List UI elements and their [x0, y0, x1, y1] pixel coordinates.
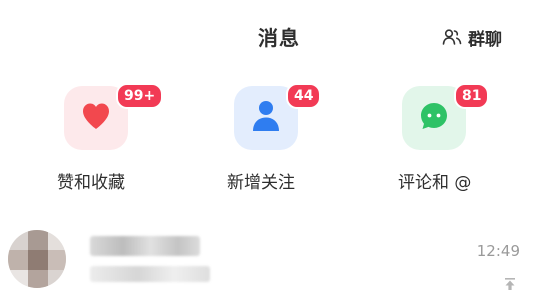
category-likes-favorites[interactable]: 99+ 赞和收藏 — [42, 83, 192, 196]
messages-screen: 消息 群聊 99+ 赞和收藏 44 新增关注 81 评论和 @ 12:49 — [0, 0, 558, 294]
person-icon — [251, 99, 281, 137]
category-label: 评论和 @ — [398, 173, 472, 193]
notification-badge: 81 — [454, 83, 490, 109]
chat-bubble-icon — [418, 100, 450, 136]
notification-badge: 99+ — [116, 83, 164, 109]
pin-top-icon — [503, 276, 517, 294]
category-comments-mentions[interactable]: 81 评论和 @ — [380, 83, 530, 196]
category-label: 赞和收藏 — [57, 173, 125, 193]
conversation-name-redacted — [90, 236, 200, 256]
group-user-icon — [442, 27, 462, 47]
conversation-row[interactable]: 12:49 — [0, 222, 558, 294]
avatar — [8, 230, 66, 288]
category-label: 新增关注 — [227, 173, 295, 193]
notification-badge: 44 — [286, 83, 322, 109]
conversation-time: 12:49 — [476, 242, 520, 260]
heart-icon — [80, 101, 112, 135]
group-chat-button[interactable]: 群聊 — [442, 24, 502, 50]
group-chat-label: 群聊 — [468, 29, 502, 50]
category-new-followers[interactable]: 44 新增关注 — [212, 83, 362, 196]
conversation-preview-redacted — [90, 266, 210, 282]
